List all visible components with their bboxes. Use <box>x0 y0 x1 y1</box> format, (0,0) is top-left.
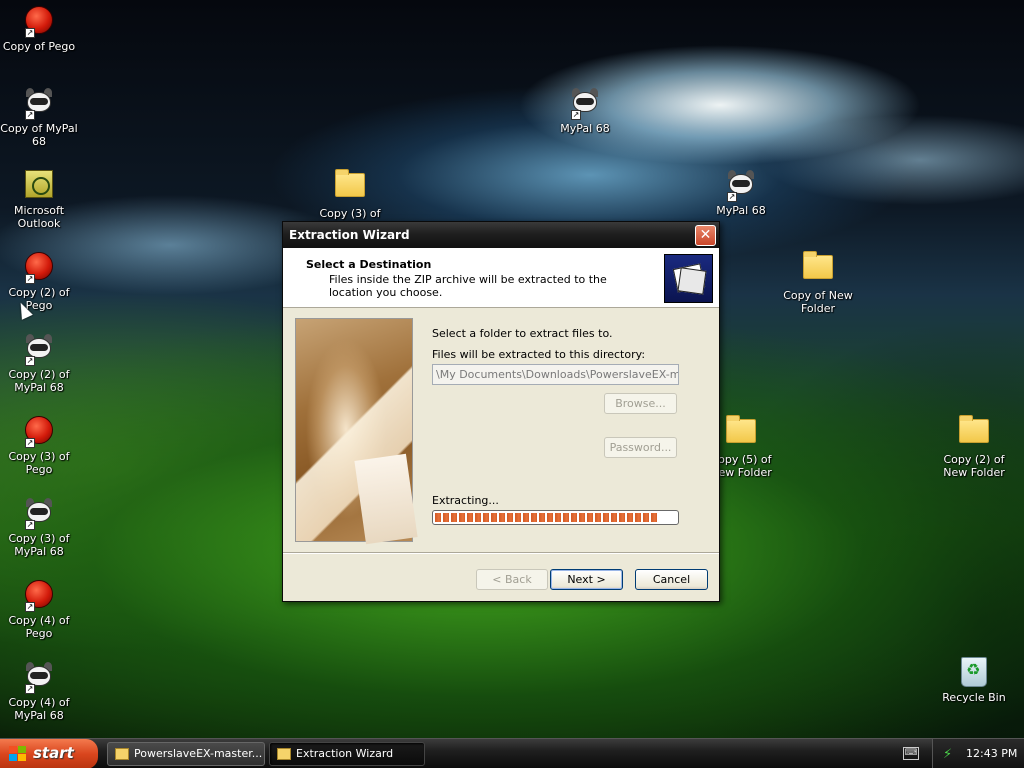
desktop-icon-label: Copy (4) of MyPal 68 <box>8 696 70 722</box>
desktop-icon-recycle-bin[interactable]: Recycle Bin <box>935 656 1013 704</box>
desktop-icon-label: Microsoft Outlook <box>13 204 65 230</box>
desktop-icon-copy3-mypal[interactable]: ↗ Copy (3) of MyPal 68 <box>0 496 78 558</box>
taskbar-item-label: PowerslaveEX-master... <box>134 747 263 760</box>
desktop-icon-label: Copy of Pego <box>2 40 76 53</box>
desktop-icon-outlook[interactable]: Microsoft Outlook <box>0 168 78 230</box>
password-button[interactable]: Password... <box>604 437 677 458</box>
desktop-icon-copy2-pego[interactable]: ↗ Copy (2) of Pego <box>0 250 78 312</box>
clock[interactable]: 12:43 PM <box>966 739 1017 768</box>
taskbar-item-label: Extraction Wizard <box>296 747 394 760</box>
shortcut-arrow-icon: ↗ <box>25 684 35 694</box>
desktop-icon-label: Copy (2) of New Folder <box>943 453 1005 479</box>
desktop-icon-label: Recycle Bin <box>942 691 1006 704</box>
folder-icon <box>959 415 989 443</box>
header-title: Select a Destination <box>306 258 432 271</box>
shortcut-arrow-icon: ↗ <box>25 28 35 38</box>
instruction-text: Select a folder to extract files to. <box>432 327 613 340</box>
folder-icon <box>277 748 291 760</box>
desktop-icon-mypal-right[interactable]: ↗ MyPal 68 <box>702 168 780 217</box>
shortcut-arrow-icon: ↗ <box>25 602 35 612</box>
directory-label: Files will be extracted to this director… <box>432 348 646 361</box>
windows-logo-icon <box>9 746 27 762</box>
desktop-icon-label: Copy of New Folder <box>783 289 853 315</box>
progress-fill <box>435 513 660 522</box>
destination-path-input[interactable]: \My Documents\Downloads\PowerslaveEX-mas… <box>432 364 679 385</box>
start-button[interactable]: start <box>0 739 98 768</box>
shortcut-arrow-icon: ↗ <box>25 274 35 284</box>
desktop-icon-label: Copy (3) of Pego <box>8 450 70 476</box>
close-icon: ✕ <box>699 227 712 243</box>
extracting-status: Extracting... <box>432 494 499 507</box>
desktop-icon-label: MyPal 68 <box>560 122 610 135</box>
extraction-wizard-dialog: Extraction Wizard ✕ Select a Destination… <box>282 221 720 602</box>
shortcut-arrow-icon: ↗ <box>25 110 35 120</box>
desktop-icon-copy-of-pego[interactable]: ↗ Copy of Pego <box>0 4 78 53</box>
shortcut-arrow-icon: ↗ <box>25 438 35 448</box>
desktop-icon-label: Copy of MyPal 68 <box>0 122 78 148</box>
desktop-icon-label: Copy (4) of Pego <box>8 614 70 640</box>
wizard-illustration <box>295 318 418 545</box>
desktop-icon-copy2-folder[interactable]: Copy (2) of New Folder <box>935 414 1013 479</box>
dialog-divider <box>283 552 719 554</box>
desktop-icon-copy3-pego[interactable]: ↗ Copy (3) of Pego <box>0 414 78 476</box>
desktop-icon-mypal-top[interactable]: ↗ MyPal 68 <box>546 86 624 135</box>
desktop-icon-copy-new-folder[interactable]: Copy of New Folder <box>779 250 857 315</box>
shortcut-arrow-icon: ↗ <box>727 192 737 202</box>
next-button[interactable]: Next > <box>550 569 623 590</box>
zip-folder-icon <box>115 748 129 760</box>
close-button[interactable]: ✕ <box>695 225 716 246</box>
desktop-icon-copy2-mypal[interactable]: ↗ Copy (2) of MyPal 68 <box>0 332 78 394</box>
shortcut-arrow-icon: ↗ <box>25 356 35 366</box>
desktop-icon-label: Copy (3) of MyPal 68 <box>8 532 70 558</box>
desktop-icon-label: Copy (2) of MyPal 68 <box>8 368 70 394</box>
outlook-icon <box>25 170 53 198</box>
shortcut-arrow-icon: ↗ <box>25 520 35 530</box>
taskbar-item-powerslave[interactable]: PowerslaveEX-master... <box>107 742 265 766</box>
folder-icon <box>803 251 833 279</box>
browse-button[interactable]: Browse... <box>604 393 677 414</box>
start-label: start <box>33 744 74 762</box>
desktop-icon-label: Copy (2) of Pego <box>8 286 70 312</box>
dialog-titlebar[interactable]: Extraction Wizard ✕ <box>283 222 719 248</box>
extract-files-icon <box>664 254 713 303</box>
desktop-icon-copy-of-mypal[interactable]: ↗ Copy of MyPal 68 <box>0 86 78 148</box>
folder-icon <box>726 415 756 443</box>
folder-icon <box>335 169 365 197</box>
taskbar-item-extraction-wizard[interactable]: Extraction Wizard <box>269 742 425 766</box>
cancel-button[interactable]: Cancel <box>635 569 708 590</box>
header-description: Files inside the ZIP archive will be ext… <box>329 273 607 299</box>
back-button[interactable]: < Back <box>476 569 548 590</box>
desktop-icon-copy4-mypal[interactable]: ↗ Copy (4) of MyPal 68 <box>0 660 78 722</box>
taskbar: start PowerslaveEX-master... Extraction … <box>0 738 1024 768</box>
recycle-bin-icon <box>961 657 987 687</box>
wizard-header: Select a Destination Files inside the ZI… <box>283 248 719 308</box>
network-icon[interactable]: ⚡ <box>943 747 952 762</box>
shortcut-arrow-icon: ↗ <box>571 110 581 120</box>
desktop-icon-copy4-pego[interactable]: ↗ Copy (4) of Pego <box>0 578 78 640</box>
extraction-progress-bar <box>432 510 679 525</box>
desktop-icon-label: MyPal 68 <box>716 204 766 217</box>
dialog-title: Extraction Wizard <box>289 228 410 242</box>
system-tray: ⚡ 12:43 PM <box>932 739 1024 768</box>
keyboard-icon[interactable]: ⌨ <box>903 747 919 760</box>
